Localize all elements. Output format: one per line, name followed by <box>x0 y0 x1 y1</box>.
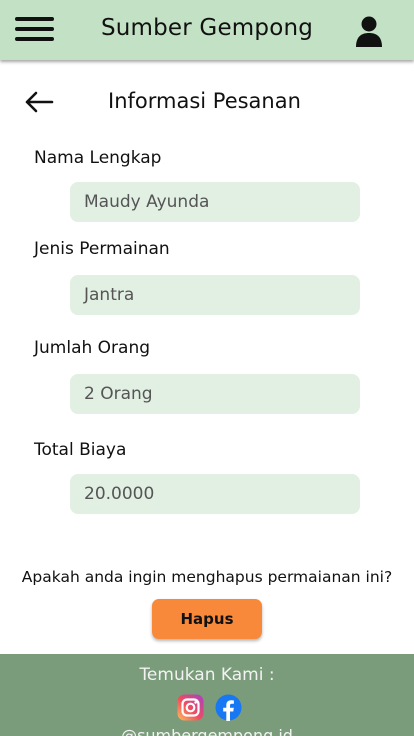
full-name-value: Maudy Ayunda <box>84 192 210 212</box>
social-handle-link[interactable]: @sumbergempong.id <box>0 726 414 736</box>
full-name-field[interactable]: Maudy Ayunda <box>70 182 360 222</box>
game-type-value: Jantra <box>84 285 135 305</box>
top-bar: Sumber Gempong <box>0 0 414 60</box>
people-count-value: 2 Orang <box>84 384 153 404</box>
game-type-field[interactable]: Jantra <box>70 275 360 315</box>
footer-title: Temukan Kami : <box>139 665 275 685</box>
delete-button[interactable]: Hapus <box>152 599 262 639</box>
instagram-icon[interactable] <box>177 694 204 721</box>
total-cost-field[interactable]: 20.0000 <box>70 474 360 514</box>
delete-confirmation-text: Apakah anda ingin menghapus permaianan i… <box>21 568 393 586</box>
people-count-field[interactable]: 2 Orang <box>70 374 360 414</box>
total-cost-label: Total Biaya <box>34 440 127 460</box>
user-icon[interactable] <box>355 16 383 48</box>
total-cost-value: 20.0000 <box>84 484 155 504</box>
facebook-icon[interactable] <box>215 694 242 721</box>
people-count-label: Jumlah Orang <box>34 338 151 358</box>
full-name-label: Nama Lengkap <box>34 148 162 168</box>
back-arrow-icon[interactable] <box>24 90 54 114</box>
footer: Temukan Kami : @sumbergempong.id <box>0 654 414 736</box>
game-type-label: Jenis Permainan <box>34 239 170 259</box>
app-title: Sumber Gempong <box>100 15 314 41</box>
page-title: Informasi Pesanan <box>108 89 301 113</box>
